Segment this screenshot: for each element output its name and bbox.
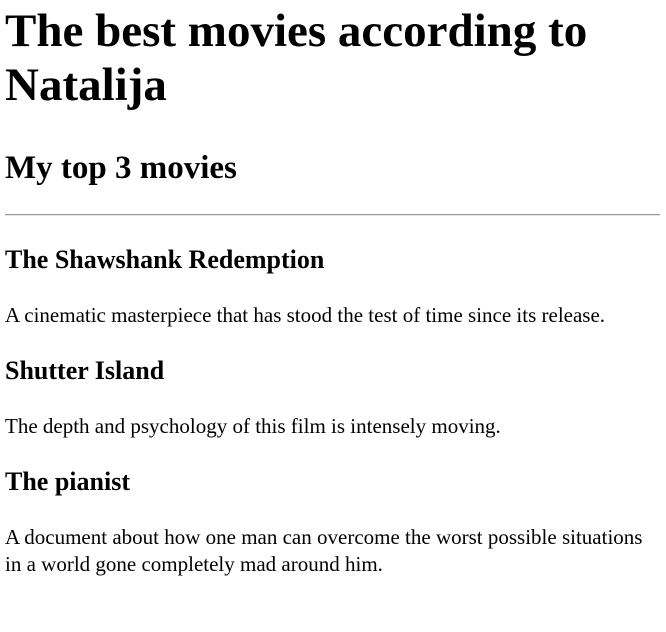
divider [5,214,660,216]
page-content: The best movies according to Natalija My… [0,4,666,578]
page-title: The best movies according to Natalija [5,5,588,111]
movie-title: The Shawshank Redemption [5,245,325,274]
page-subtitle: My top 3 movies [5,150,237,186]
movie-title: The pianist [5,467,130,496]
movie-description: A cinematic masterpiece that has stood t… [5,303,606,327]
movie-item: The pianist A document about how one man… [5,467,661,578]
movie-item: The Shawshank Redemption A cinematic mas… [5,245,661,329]
movie-item: Shutter Island The depth and psychology … [5,356,661,440]
movie-description: A document about how one man can overcom… [5,525,643,576]
movie-title: Shutter Island [5,356,165,385]
movie-description: The depth and psychology of this film is… [5,414,501,438]
